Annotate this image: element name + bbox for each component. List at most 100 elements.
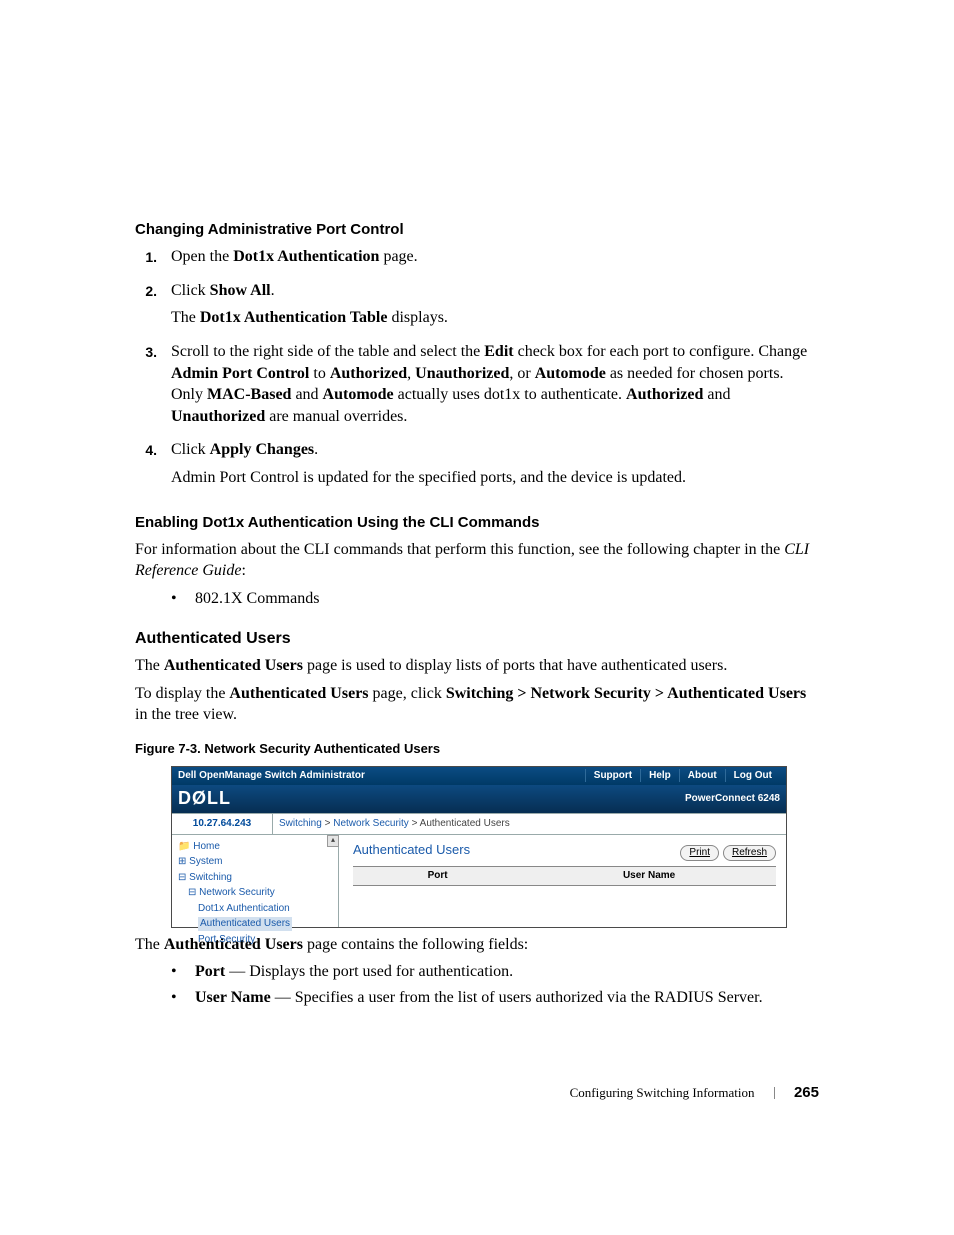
list-item: User Name — Specifies a user from the li…	[171, 987, 819, 1009]
text-bold: MAC-Based	[207, 386, 291, 403]
text: check box for each port to configure. Ch…	[514, 343, 808, 360]
text-bold: Apply Changes	[210, 441, 314, 458]
text: — Specifies a user from the list of user…	[271, 989, 763, 1006]
text: :	[241, 562, 245, 579]
subheading-cli: Enabling Dot1x Authentication Using the …	[135, 513, 819, 533]
nav-tree: ▴ 📁 Home ⊞ System ⊟ Switching ⊟ Network …	[172, 835, 339, 927]
text: page is used to display lists of ports t…	[303, 657, 727, 674]
text: , or	[509, 365, 534, 382]
tree-dot1x[interactable]: Dot1x Authentication	[178, 901, 336, 917]
breadcrumb-row: 10.27.64.243 Switching > Network Securit…	[172, 813, 786, 835]
crumb-authenticated-users: Authenticated Users	[420, 818, 510, 829]
nav-logout[interactable]: Log Out	[725, 769, 780, 783]
tree-network-security[interactable]: ⊟ Network Security	[178, 885, 336, 901]
nav-help[interactable]: Help	[640, 769, 679, 783]
text: The	[135, 936, 164, 953]
text: in the tree view.	[135, 706, 237, 723]
text-bold: Switching > Network Security > Authentic…	[446, 685, 806, 702]
window-titlebar: Dell OpenManage Switch Administrator Sup…	[172, 767, 786, 785]
text: and	[291, 386, 322, 403]
text: .	[271, 282, 275, 299]
text: ,	[407, 365, 415, 382]
text: page, click	[369, 685, 446, 702]
step-body: Click Show All. The Dot1x Authentication…	[171, 280, 819, 335]
text: page contains the following fields:	[303, 936, 528, 953]
figure-caption: Figure 7-3. Network Security Authenticat…	[135, 740, 819, 758]
step-body: Click Apply Changes. Admin Port Control …	[171, 439, 819, 494]
text: The	[135, 657, 164, 674]
subheading-changing-port-control: Changing Administrative Port Control	[135, 220, 819, 240]
step-body: Scroll to the right side of the table an…	[171, 341, 819, 433]
text-bold: Automode	[323, 386, 394, 403]
tree-port-security[interactable]: Port Security	[178, 932, 336, 948]
tree-system[interactable]: ⊞ System	[178, 854, 336, 870]
text-bold: Automode	[535, 365, 606, 382]
text: .	[314, 441, 318, 458]
section-authenticated-users: Authenticated Users	[135, 628, 819, 650]
crumb-network-security[interactable]: Network Security	[333, 818, 409, 829]
text: For information about the CLI commands t…	[135, 541, 784, 558]
text: to	[309, 365, 329, 382]
paragraph: To display the Authenticated Users page,…	[135, 683, 819, 726]
text-bold: Authenticated Users	[229, 685, 368, 702]
text-bold: User Name	[195, 989, 271, 1006]
text: Admin Port Control is updated for the sp…	[171, 467, 819, 489]
text: Scroll to the right side of the table an…	[171, 343, 484, 360]
tree-home[interactable]: 📁 Home	[178, 839, 336, 855]
text-bold: Port	[195, 963, 225, 980]
text: Click	[171, 441, 210, 458]
text: are manual overrides.	[265, 408, 407, 425]
page: Changing Administrative Port Control 1. …	[0, 0, 954, 1235]
step-number: 4.	[135, 439, 171, 494]
text-bold: Authenticated Users	[164, 657, 303, 674]
cli-intro: For information about the CLI commands t…	[135, 539, 819, 582]
text: — Displays the port used for authenticat…	[225, 963, 513, 980]
tree-switching[interactable]: ⊟ Switching	[178, 870, 336, 886]
refresh-button[interactable]: Refresh	[723, 845, 776, 861]
text-bold: Dot1x Authentication	[233, 248, 379, 265]
text-bold: Edit	[484, 343, 513, 360]
col-user-name: User Name	[522, 867, 776, 886]
text-bold: Unauthorized	[415, 365, 509, 382]
print-button[interactable]: Print	[680, 845, 719, 861]
list-item: Port — Displays the port used for authen…	[171, 961, 819, 983]
text-bold: Show All	[210, 282, 271, 299]
step-number: 3.	[135, 341, 171, 433]
text: actually uses dot1x to authenticate.	[394, 386, 626, 403]
model-label: PowerConnect 6248	[685, 792, 780, 806]
window-title: Dell OpenManage Switch Administrator	[178, 769, 585, 783]
steps-list: 1. Open the Dot1x Authentication page. 2…	[135, 246, 819, 494]
main-area: ▴ 📁 Home ⊞ System ⊟ Switching ⊟ Network …	[172, 835, 786, 927]
content-title: Authenticated Users	[353, 841, 676, 867]
step-number: 2.	[135, 280, 171, 335]
step-body: Open the Dot1x Authentication page.	[171, 246, 819, 274]
list-item: 802.1X Commands	[171, 588, 819, 610]
paragraph: The Authenticated Users page is used to …	[135, 655, 819, 677]
text-bold: Authorized	[330, 365, 407, 382]
text-bold: Authorized	[626, 386, 703, 403]
text: and	[703, 386, 730, 403]
scroll-up-icon[interactable]: ▴	[327, 835, 339, 847]
step-number: 1.	[135, 246, 171, 274]
cli-bullets: 802.1X Commands	[135, 588, 819, 610]
nav-about[interactable]: About	[679, 769, 725, 783]
data-table: Port User Name	[353, 866, 776, 886]
text: displays.	[387, 309, 447, 326]
text: Click	[171, 282, 210, 299]
ip-address: 10.27.64.243	[172, 814, 273, 834]
text: page.	[379, 248, 417, 265]
text-bold: Dot1x Authentication Table	[200, 309, 388, 326]
text-bold: Admin Port Control	[171, 365, 309, 382]
crumb-switching[interactable]: Switching	[279, 818, 322, 829]
field-bullets: Port — Displays the port used for authen…	[135, 961, 819, 1008]
dell-logo: DØLL	[178, 786, 231, 810]
text-bold: Unauthorized	[171, 408, 265, 425]
text: Open the	[171, 248, 233, 265]
brand-row: DØLL PowerConnect 6248	[172, 785, 786, 813]
footer-section: Configuring Switching Information	[570, 1085, 755, 1100]
page-number: 265	[794, 1084, 819, 1101]
footer-separator	[774, 1087, 775, 1099]
nav-support[interactable]: Support	[585, 769, 640, 783]
breadcrumb: Switching > Network Security > Authentic…	[273, 814, 786, 834]
tree-authenticated-users[interactable]: Authenticated Users	[178, 916, 336, 932]
